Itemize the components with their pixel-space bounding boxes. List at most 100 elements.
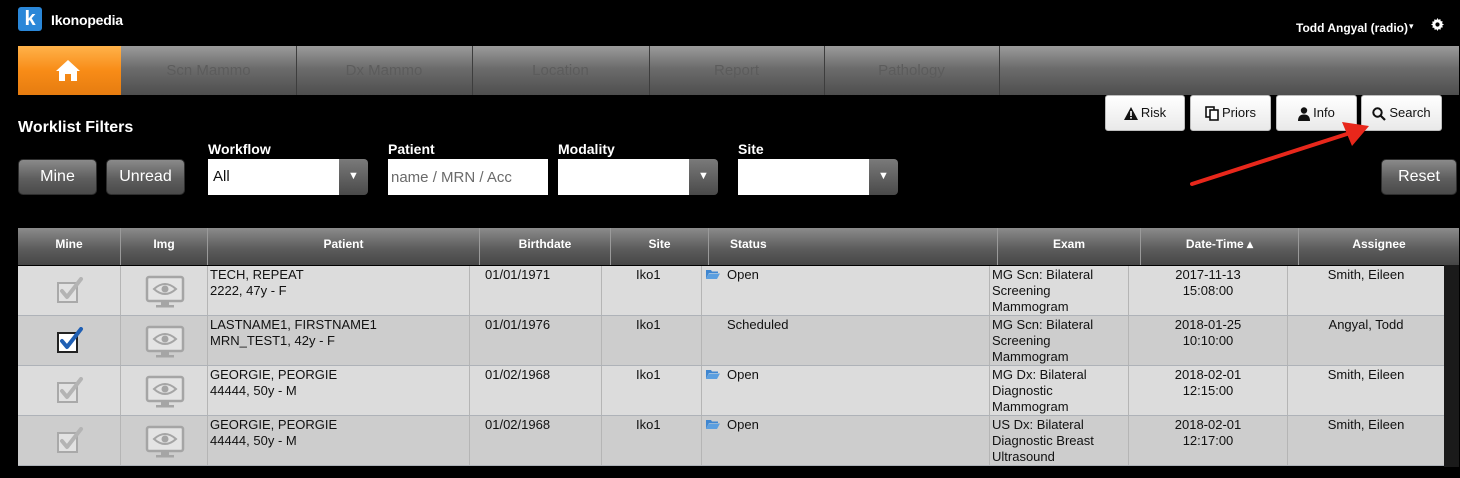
warning-icon <box>1123 107 1138 121</box>
tab-pathology[interactable]: Pathology <box>824 46 1000 95</box>
monitor-eye-icon[interactable] <box>145 425 185 462</box>
patient-search-input[interactable] <box>391 160 545 194</box>
col-header-img[interactable]: Img <box>121 228 208 265</box>
cell-assignee: Smith, Eileen <box>1288 366 1444 416</box>
cell-status: Open <box>702 416 990 466</box>
col-header-date-time[interactable]: Date-Time ▴ <box>1141 228 1299 265</box>
folder-open-icon[interactable] <box>706 417 720 433</box>
date: 2018-02-01 <box>1174 417 1242 432</box>
checked-checkbox-icon[interactable] <box>56 327 84 359</box>
time: 10:10:00 <box>1182 333 1234 348</box>
checkbox-icon[interactable] <box>56 277 84 309</box>
tab-location[interactable]: Location <box>472 46 650 95</box>
cell-patient: TECH, REPEAT 2222, 47y - F <box>208 266 470 316</box>
cell-img <box>121 266 208 316</box>
cell-site: Iko1 <box>602 266 702 316</box>
col-header-site[interactable]: Site <box>611 228 709 265</box>
status-text: Open <box>727 417 759 432</box>
status-text: Open <box>727 367 759 382</box>
workflow-label: Workflow <box>208 141 271 157</box>
patient-id: 44444, 50y - M <box>210 383 297 398</box>
exam-line: MG Scn: Bilateral <box>992 317 1094 332</box>
search-label: Search <box>1389 105 1431 120</box>
checkbox-icon[interactable] <box>56 377 84 409</box>
patient-name: GEORGIE, PEORGIE <box>210 367 338 382</box>
patient-id: 2222, 47y - F <box>210 283 287 298</box>
table-row[interactable]: TECH, REPEAT 2222, 47y - F 01/01/1971 Iko1 O… <box>18 266 1444 316</box>
cell-assignee: Smith, Eileen <box>1288 416 1444 466</box>
assignee: Smith, Eileen <box>1327 367 1405 382</box>
patient-name: TECH, REPEAT <box>210 267 304 282</box>
tab-scn-mammo[interactable]: Scn Mammo <box>121 46 297 95</box>
app-logo: k <box>18 7 42 31</box>
risk-button[interactable]: Risk <box>1105 95 1185 131</box>
modality-dropdown-toggle[interactable]: ▼ <box>689 159 718 195</box>
workflow-select[interactable]: All <box>208 159 339 195</box>
monitor-eye-icon[interactable] <box>145 275 185 312</box>
tab-report[interactable]: Report <box>649 46 825 95</box>
col-header-patient[interactable]: Patient <box>208 228 480 265</box>
col-header-exam[interactable]: Exam <box>998 228 1141 265</box>
modality-select[interactable] <box>558 159 689 195</box>
cell-exam: MG Scn: Bilateral Screening Mammogram <box>990 316 1129 366</box>
patient-id: MRN_TEST1, 42y - F <box>210 333 335 348</box>
cell-patient: LASTNAME1, FIRSTNAME1 MRN_TEST1, 42y - F <box>208 316 470 366</box>
checkbox-icon[interactable] <box>56 427 84 459</box>
col-header-mine[interactable]: Mine <box>18 228 121 265</box>
worklist-filters-title: Worklist Filters <box>18 119 134 136</box>
col-header-birthdate[interactable]: Birthdate <box>480 228 611 265</box>
assignee: Angyal, Todd <box>1328 317 1404 332</box>
site: Iko1 <box>636 417 661 432</box>
mine-filter-button[interactable]: Mine <box>18 159 97 195</box>
main-nav: Scn Mammo Dx Mammo Location Report Patho… <box>18 46 1459 95</box>
cell-birthdate: 01/02/1968 <box>470 366 602 416</box>
patient-name: LASTNAME1, FIRSTNAME1 <box>210 317 377 332</box>
chevron-down-icon[interactable]: ▾ <box>1409 21 1414 32</box>
cell-mine <box>18 366 121 416</box>
table-row[interactable]: GEORGIE, PEORGIE 44444, 50y - M 01/02/1968… <box>18 366 1444 416</box>
cell-mine <box>18 316 121 366</box>
birthdate: 01/02/1968 <box>485 417 551 432</box>
exam-line: MG Dx: Bilateral <box>992 367 1087 382</box>
monitor-eye-icon[interactable] <box>145 375 185 412</box>
tab-home[interactable] <box>18 46 121 95</box>
folder-open-icon[interactable] <box>706 267 720 283</box>
reset-button[interactable]: Reset <box>1381 159 1457 195</box>
site-label: Site <box>738 141 764 157</box>
birthdate: 01/01/1971 <box>485 267 551 282</box>
cell-date-time: 2018-02-01 12:15:00 <box>1129 366 1288 416</box>
tab-dx-mammo[interactable]: Dx Mammo <box>296 46 473 95</box>
user-menu[interactable]: Todd Angyal (radio) <box>1296 21 1408 35</box>
app-title: Ikonopedia <box>51 12 123 28</box>
patient-field-wrapper <box>388 159 548 195</box>
cell-img <box>121 316 208 366</box>
unread-filter-button[interactable]: Unread <box>106 159 185 195</box>
folder-open-icon[interactable] <box>706 367 720 383</box>
table-scroll-gutter <box>1444 265 1459 467</box>
birthdate: 01/01/1976 <box>485 317 551 332</box>
exam-line: Mammogram <box>992 399 1069 414</box>
monitor-eye-icon[interactable] <box>145 325 185 362</box>
cell-birthdate: 01/01/1971 <box>470 266 602 316</box>
status-text: Open <box>727 267 759 282</box>
cell-site: Iko1 <box>602 366 702 416</box>
table-row[interactable]: LASTNAME1, FIRSTNAME1 MRN_TEST1, 42y - F 0… <box>18 316 1444 366</box>
exam-line: Ultrasound <box>992 449 1055 464</box>
cell-mine <box>18 266 121 316</box>
workflow-dropdown-toggle[interactable]: ▼ <box>339 159 368 195</box>
worklist-table-header: Mine Img Patient Birthdate Site Status E… <box>18 228 1459 265</box>
cell-site: Iko1 <box>602 416 702 466</box>
status-text: Scheduled <box>727 317 789 332</box>
gear-icon[interactable] <box>1431 18 1444 35</box>
exam-line: Screening <box>992 283 1051 298</box>
cell-date-time: 2018-01-25 10:10:00 <box>1129 316 1288 366</box>
table-row[interactable]: GEORGIE, PEORGIE 44444, 50y - M 01/02/1968… <box>18 416 1444 466</box>
date: 2017-11-13 <box>1175 267 1241 282</box>
risk-label: Risk <box>1140 105 1167 120</box>
caret-down-icon: ▼ <box>878 170 889 182</box>
col-header-status[interactable]: Status <box>709 228 998 265</box>
site-select[interactable] <box>738 159 869 195</box>
cell-status: Scheduled <box>702 316 990 366</box>
col-header-assignee[interactable]: Assignee <box>1299 228 1459 265</box>
site-dropdown-toggle[interactable]: ▼ <box>869 159 898 195</box>
